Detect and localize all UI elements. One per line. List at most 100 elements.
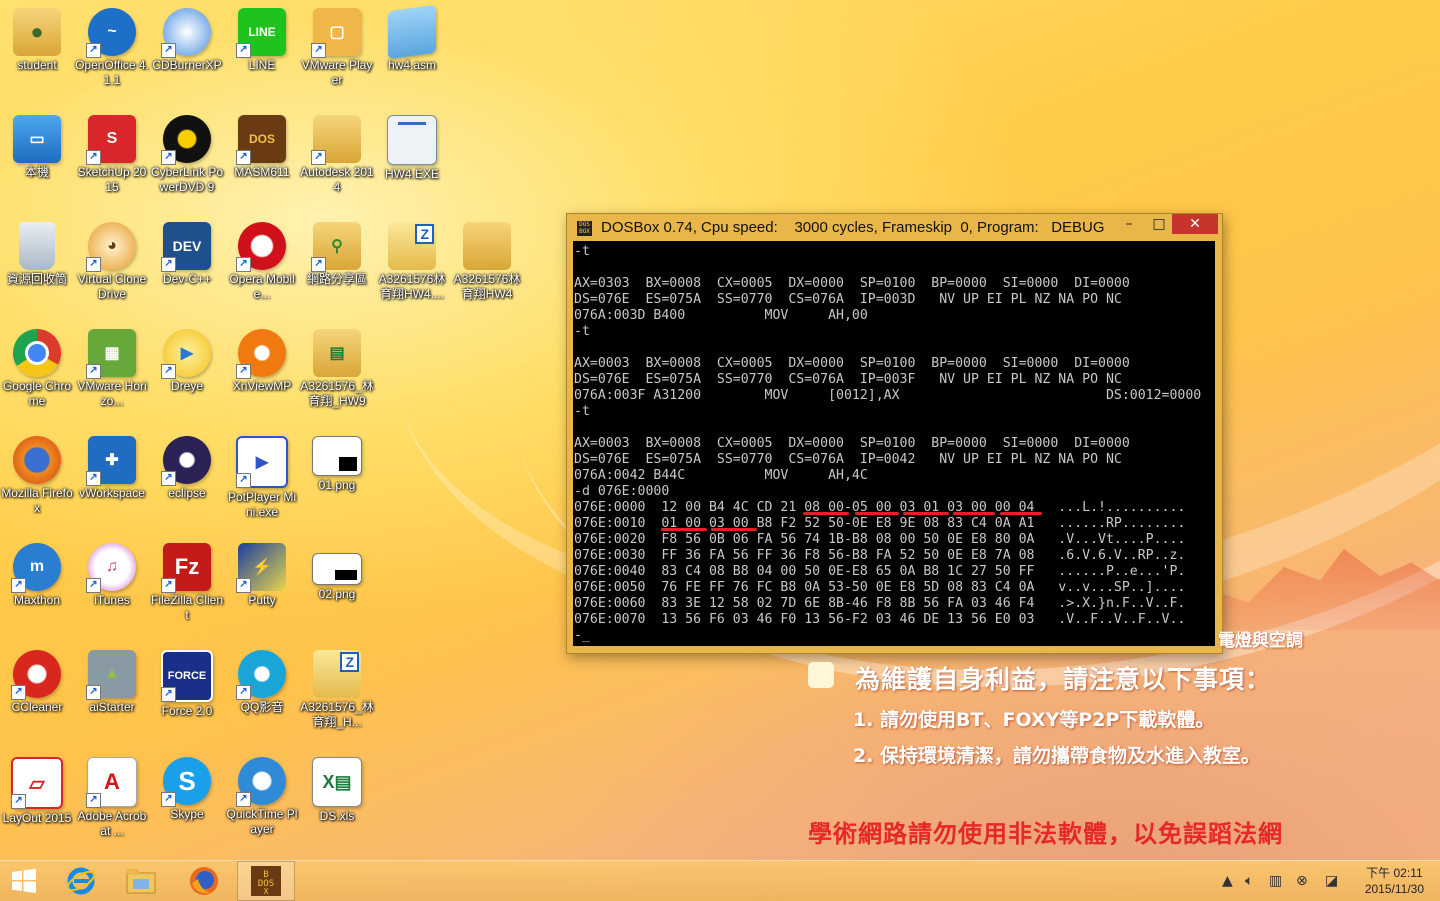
image-file-icon: [312, 553, 362, 585]
desktop-icon-opera-mobile[interactable]: ↗ Opera Mobile...: [225, 222, 299, 302]
close-button[interactable]: ✕: [1172, 214, 1218, 234]
desktop-icon-ccleaner[interactable]: ↗ CCleaner: [0, 650, 74, 715]
dreye-icon: ▶ ↗: [161, 329, 211, 379]
annotation-underline: [903, 512, 949, 515]
desktop-icon-student[interactable]: ● student: [0, 8, 74, 73]
clonedrive-icon: ◕ ↗: [86, 222, 136, 272]
start-button[interactable]: [0, 861, 48, 901]
powerdvd-icon: ↗: [161, 115, 211, 165]
maximize-button[interactable]: □: [1144, 214, 1174, 234]
desktop-icon-force[interactable]: FORCE ↗ Force 2.0: [150, 650, 224, 719]
minimize-button[interactable]: –: [1114, 214, 1144, 234]
desktop-icon-vworkspace[interactable]: ✚ ↗ vWorkspace: [75, 436, 149, 501]
desktop-icon-openoffice[interactable]: ~ ↗ OpenOffice 4.1.1: [75, 8, 149, 88]
window-title: DOSBox 0.74, Cpu speed: 3000 cycles, Fra…: [601, 219, 1105, 236]
openoffice-icon: ~ ↗: [86, 8, 136, 58]
exe-file-icon: [387, 115, 437, 165]
desktop-icon-masm611[interactable]: DOS ↗ MASM611: [225, 115, 299, 180]
excel-file-icon: X▤: [312, 757, 362, 807]
maxthon-icon: m ↗: [11, 543, 61, 593]
desktop-icon-devcpp[interactable]: DEV ↗ Dev-C++: [150, 222, 224, 287]
devcpp-icon: DEV ↗: [161, 222, 211, 272]
desktop-icon-acrobat[interactable]: A ↗ Adobe Acrobat ...: [75, 757, 149, 839]
qqplayer-icon: ↗: [236, 650, 286, 700]
desktop-icon-filezilla[interactable]: Fz ↗ FileZilla Client: [150, 543, 224, 623]
desktop-icon-02-png[interactable]: 02.png: [300, 543, 374, 602]
desktop-icon-layout[interactable]: ▱ ↗ LayOut 2015: [0, 757, 74, 826]
svg-text:X: X: [264, 887, 269, 896]
chrome-icon: [13, 329, 61, 377]
dosbox-icon: BDOSX: [251, 866, 281, 896]
volume-icon[interactable]: 🔈︎: [1245, 873, 1253, 889]
desktop-icon-skype[interactable]: S ↗ Skype: [150, 757, 224, 822]
desktop-icon-aistarter[interactable]: ▲ ↗ aiStarter: [75, 650, 149, 715]
desktop-icon-line[interactable]: LINE ↗ LINE: [225, 8, 299, 73]
opera-icon: ↗: [236, 222, 286, 272]
taskbar-internet-explorer[interactable]: [52, 861, 110, 901]
desktop-icon-firefox[interactable]: Mozilla Firefox: [0, 436, 74, 516]
folder-icon: ↗: [311, 115, 361, 165]
console-output: -t AX=0303 BX=0008 CX=0005 DX=0000 SP=01…: [574, 244, 1202, 643]
clock-time: 下午 02:11: [1366, 866, 1423, 880]
system-clock[interactable]: 下午 02:11 2015/11/30: [1365, 865, 1424, 897]
tray-overflow-icon[interactable]: ▲: [1222, 873, 1233, 889]
desktop-icon-putty[interactable]: ⚡ ↗ Putty: [225, 543, 299, 608]
desktop-icon-sketchup[interactable]: S ↗ SketchUp 2015: [75, 115, 149, 195]
desktop-icon-network-share[interactable]: ⚲ ↗ 網路分享區: [300, 222, 374, 287]
user-folder-icon: ●: [13, 8, 61, 56]
desktop-icon-hw4-folder[interactable]: A3261576林育翔HW4: [450, 222, 524, 302]
desktop-icon-this-pc[interactable]: ▭ 本機: [0, 115, 74, 180]
network-icon[interactable]: ▥: [1269, 873, 1282, 889]
desktop-icon-recycle-bin[interactable]: 資源回收筒: [0, 222, 74, 287]
window-titlebar[interactable]: DOS BOX DOSBox 0.74, Cpu speed: 3000 cycl…: [567, 214, 1222, 241]
notice-bullet-icon: [808, 662, 834, 688]
desktop-icon-maxthon[interactable]: m ↗ Maxthon: [0, 543, 74, 608]
dos-console[interactable]: -t AX=0303 BX=0008 CX=0005 DX=0000 SP=01…: [573, 241, 1215, 646]
desktop-icon-clonedrive[interactable]: ◕ ↗ Virtual CloneDrive: [75, 222, 149, 302]
desktop-icon-01-png[interactable]: 01.png: [300, 436, 374, 493]
dosbox-icon: DOS ↗: [236, 115, 286, 165]
taskbar-firefox[interactable]: [175, 861, 233, 901]
annotation-underline: [803, 512, 849, 515]
desktop-icon-cdburnerxp[interactable]: ↗ CDBurnerXP: [150, 8, 224, 73]
language-icon[interactable]: ◪: [1325, 873, 1338, 889]
desktop-icon-potplayer[interactable]: ▶ ↗ PotPlayer Mini.exe: [225, 436, 299, 520]
desktop-icon-hw4-exe[interactable]: HW4.EXE: [375, 115, 449, 182]
recycle-bin-icon: [19, 222, 55, 270]
desktop-icon-quicktime[interactable]: ↗ QuickTime Player: [225, 757, 299, 837]
taskbar-dosbox[interactable]: B DOS X: [237, 861, 295, 901]
desktop-icon-hw4-zip[interactable]: Z A3261576林育翔HW4....: [375, 222, 449, 302]
dosbox-window[interactable]: DOS BOX DOSBox 0.74, Cpu speed: 3000 cycl…: [566, 213, 1223, 654]
annotation-underline: [711, 528, 757, 531]
desktop-icon-hw9[interactable]: ▤ A3261576_林育翔_HW9: [300, 329, 374, 409]
desktop-icon-autodesk[interactable]: ↗ Autodesk 2014: [300, 115, 374, 195]
notice-warning: 學術網路請勿使用非法軟體，以免誤蹈法網: [808, 820, 1283, 848]
annotation-underline: [855, 512, 899, 515]
ccleaner-icon: ↗: [11, 650, 61, 700]
desktop-icon-ds-xls[interactable]: X▤ DS.xls: [300, 757, 374, 824]
desktop-icon-vmware-horizon[interactable]: ▦ ↗ VMware Horizo...: [75, 329, 149, 409]
eclipse-icon: ↗: [161, 436, 211, 486]
annotation-underline: [953, 512, 995, 515]
desktop-icon-qq-player[interactable]: ↗ QQ影音: [225, 650, 299, 715]
desktop-icon-h-zip[interactable]: Z A3261576_林育翔_H...: [300, 650, 374, 730]
desktop-icon-hw4-asm[interactable]: hw4.asm: [375, 4, 449, 73]
notice-heading: 為維護自身利益，請注意以下事項：: [855, 665, 1272, 694]
desktop-icon-chrome[interactable]: Google Chrome: [0, 329, 74, 409]
dosbox-app-icon[interactable]: DOS BOX: [577, 221, 592, 236]
aistarter-icon: ▲ ↗: [86, 650, 136, 700]
desktop-icon-powerdvd[interactable]: ↗ CyberLink PowerDVD 9: [150, 115, 224, 195]
acrobat-icon: A ↗: [86, 757, 137, 808]
clock-date: 2015/11/30: [1364, 882, 1424, 896]
desktop-icon-itunes[interactable]: ♫ ↗ iTunes: [75, 543, 149, 608]
image-file-icon: [312, 436, 362, 476]
force-icon: FORCE ↗: [161, 650, 213, 702]
desktop-icon-eclipse[interactable]: ↗ eclipse: [150, 436, 224, 501]
action-center-icon[interactable]: ⊗: [1296, 873, 1308, 889]
taskbar-file-explorer[interactable]: [112, 861, 170, 901]
vworkspace-icon: ✚ ↗: [86, 436, 136, 486]
desktop-icon-vmware-player[interactable]: ▢ ↗ VMware Player: [300, 8, 374, 88]
desktop-icon-dreye[interactable]: ▶ ↗ Dreye: [150, 329, 224, 394]
zip-folder-icon: Z: [313, 650, 361, 698]
desktop-icon-xnviewmp[interactable]: ↗ XnViewMP: [225, 329, 299, 394]
